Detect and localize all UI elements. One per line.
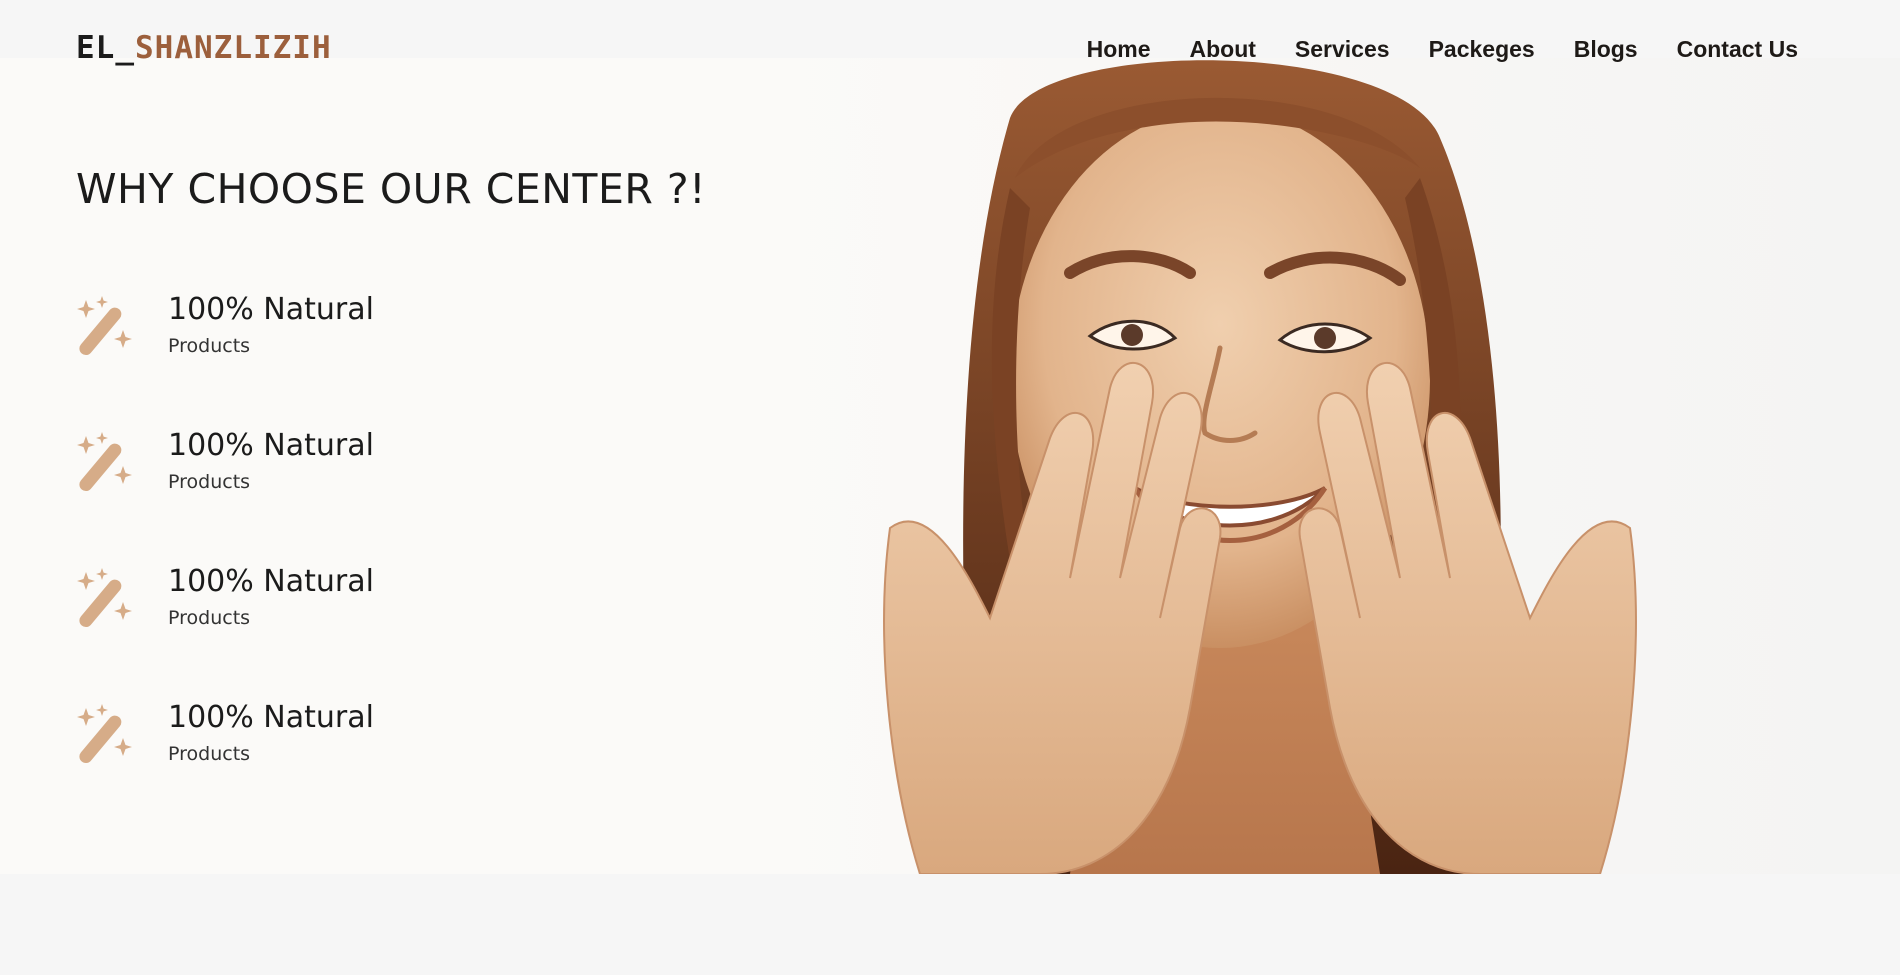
magic-wand-sparkles-icon	[77, 704, 132, 764]
magic-wand-sparkles-icon	[77, 432, 132, 492]
site-logo[interactable]: EL_SHANZLIZIH	[76, 30, 332, 66]
magic-wand-sparkles-icon	[77, 568, 132, 628]
feature-title: 100% Natural	[168, 700, 374, 735]
nav-link-services[interactable]: Services	[1295, 36, 1390, 63]
nav-link-blogs[interactable]: Blogs	[1574, 36, 1638, 63]
feature-title: 100% Natural	[168, 564, 374, 599]
main-nav: Home About Services Packeges Blogs Conta…	[1087, 36, 1798, 63]
feature-title: 100% Natural	[168, 428, 374, 463]
feature-item: 100% Natural Products	[74, 564, 494, 700]
site-header: EL_SHANZLIZIH Home About Services Packeg…	[0, 0, 1900, 100]
feature-item: 100% Natural Products	[74, 700, 494, 836]
feature-subtitle: Products	[168, 471, 251, 493]
feature-subtitle: Products	[168, 743, 251, 765]
magic-wand-sparkles-icon	[77, 296, 132, 356]
nav-link-contact[interactable]: Contact Us	[1677, 36, 1798, 63]
feature-subtitle: Products	[168, 607, 251, 629]
hero-portrait-image	[883, 60, 1637, 874]
feature-item: 100% Natural Products	[74, 292, 494, 428]
page-footer-band	[0, 874, 1900, 975]
nav-link-home[interactable]: Home	[1087, 36, 1151, 63]
feature-title: 100% Natural	[168, 292, 374, 327]
feature-subtitle: Products	[168, 335, 251, 357]
landing-page: EL_SHANZLIZIH Home About Services Packeg…	[0, 0, 1900, 975]
feature-list: 100% Natural Products 100% Natural Produ…	[74, 292, 494, 836]
section-heading: WHY CHOOSE OUR CENTER ?!	[76, 165, 707, 213]
feature-item: 100% Natural Products	[74, 428, 494, 564]
logo-prefix: EL_	[76, 30, 135, 66]
logo-name: SHANZLIZIH	[135, 30, 332, 66]
nav-link-about[interactable]: About	[1190, 36, 1256, 63]
nav-link-packages[interactable]: Packeges	[1429, 36, 1535, 63]
